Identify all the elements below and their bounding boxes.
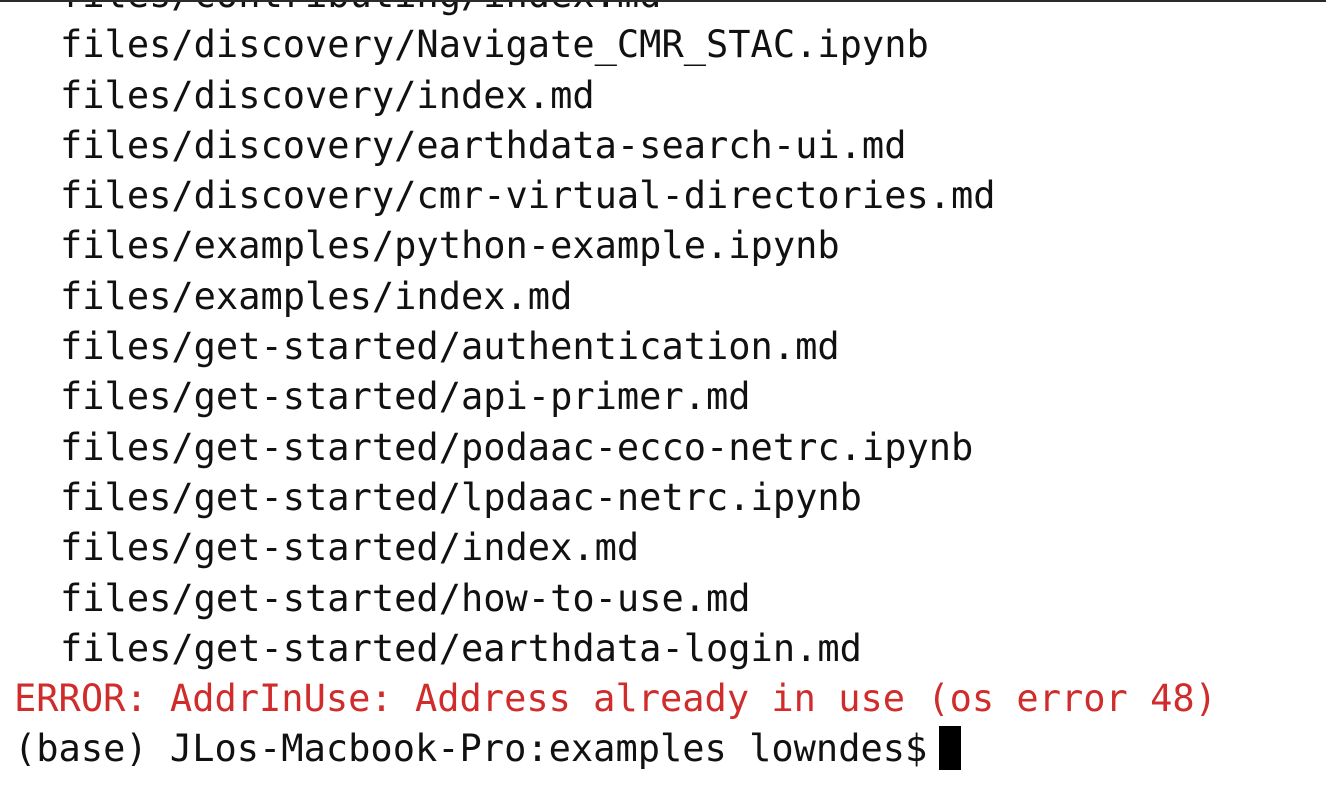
output-line: files/discovery/cmr-virtual-directories.…	[60, 174, 996, 218]
prompt-text: (base) JLos-Macbook-Pro:examples lowndes…	[14, 727, 928, 771]
output-line: files/discovery/index.md	[60, 73, 595, 117]
output-line: files/examples/python-example.ipynb	[60, 224, 840, 268]
output-line: files/get-started/podaac-ecco-netrc.ipyn…	[60, 425, 974, 469]
command-prompt[interactable]: (base) JLos-Macbook-Pro:examples lowndes…	[14, 724, 1217, 774]
output-line: files/discovery/Navigate_CMR_STAC.ipynb	[60, 23, 929, 67]
error-message: ERROR: AddrInUse: Address already in use…	[14, 677, 1217, 721]
output-line: files/examples/index.md	[60, 274, 573, 318]
output-line: files/discovery/earthdata-search-ui.md	[60, 123, 907, 167]
output-line: files/get-started/api-primer.md	[60, 375, 751, 419]
terminal-output: files/contributing/index.md files/discov…	[14, 2, 1217, 775]
output-line: files/get-started/how-to-use.md	[60, 576, 751, 620]
output-line: files/get-started/index.md	[60, 526, 640, 570]
output-line: files/get-started/earthdata-login.md	[60, 626, 862, 670]
output-line: files/contributing/index.md	[14, 2, 1217, 20]
terminal-window[interactable]: files/contributing/index.md files/discov…	[0, 0, 1326, 800]
output-line: files/get-started/lpdaac-netrc.ipynb	[60, 475, 862, 519]
text-cursor	[939, 726, 962, 771]
output-line: files/get-started/authentication.md	[60, 325, 840, 369]
